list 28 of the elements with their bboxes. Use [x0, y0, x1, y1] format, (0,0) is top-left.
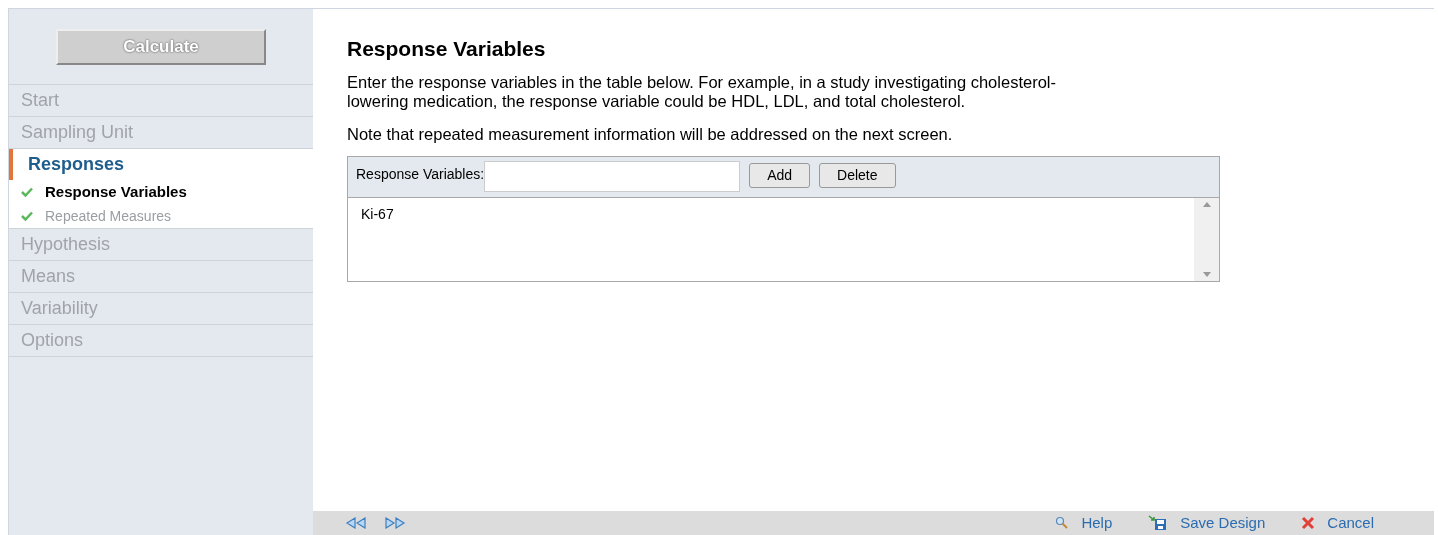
paragraph: Note that repeated measurement information will be addressed on the next screen.: [347, 124, 954, 144]
back-icon[interactable]: [345, 517, 367, 529]
table-button[interactable]: Add: [749, 162, 811, 188]
page-title: Response Variables: [347, 36, 547, 62]
table-button[interactable]: Delete: [819, 162, 896, 188]
nav-item[interactable]: Means: [9, 261, 313, 292]
scroll-down-icon[interactable]: [1202, 271, 1211, 277]
nav-subitem[interactable]: Repeated Measures: [45, 205, 172, 227]
forward-icon[interactable]: [384, 517, 406, 529]
nav-item[interactable]: Responses: [9, 149, 313, 180]
list-row[interactable]: Ki-67: [361, 203, 1194, 225]
nav-item[interactable]: Variability: [9, 293, 313, 324]
footer-link[interactable]: Cancel: [1327, 511, 1374, 535]
calculate-button[interactable]: Calculate: [56, 28, 266, 65]
field-label: Response Variables:: [356, 164, 485, 184]
scroll-up-icon[interactable]: [1202, 201, 1211, 207]
nav-item[interactable]: Hypothesis: [9, 229, 313, 260]
nav-item[interactable]: Options: [9, 325, 313, 356]
paragraph: Enter the response variables in the table below. For example, in a study investigating cholesterol-lowering medication, the response variable could be HDL, LDL, and total cholesterol.: [347, 72, 1057, 111]
nav-item[interactable]: Sampling Unit: [9, 117, 313, 148]
nav-subitem[interactable]: Response Variables: [45, 180, 187, 204]
input-field[interactable]: [484, 160, 741, 192]
search-icon: [1055, 516, 1070, 530]
footer-link[interactable]: Save Design: [1180, 511, 1266, 535]
nav-item[interactable]: Start: [9, 85, 313, 116]
save-icon: [1148, 515, 1169, 531]
footer-link[interactable]: Help: [1081, 511, 1113, 535]
close-icon: [1301, 516, 1316, 530]
